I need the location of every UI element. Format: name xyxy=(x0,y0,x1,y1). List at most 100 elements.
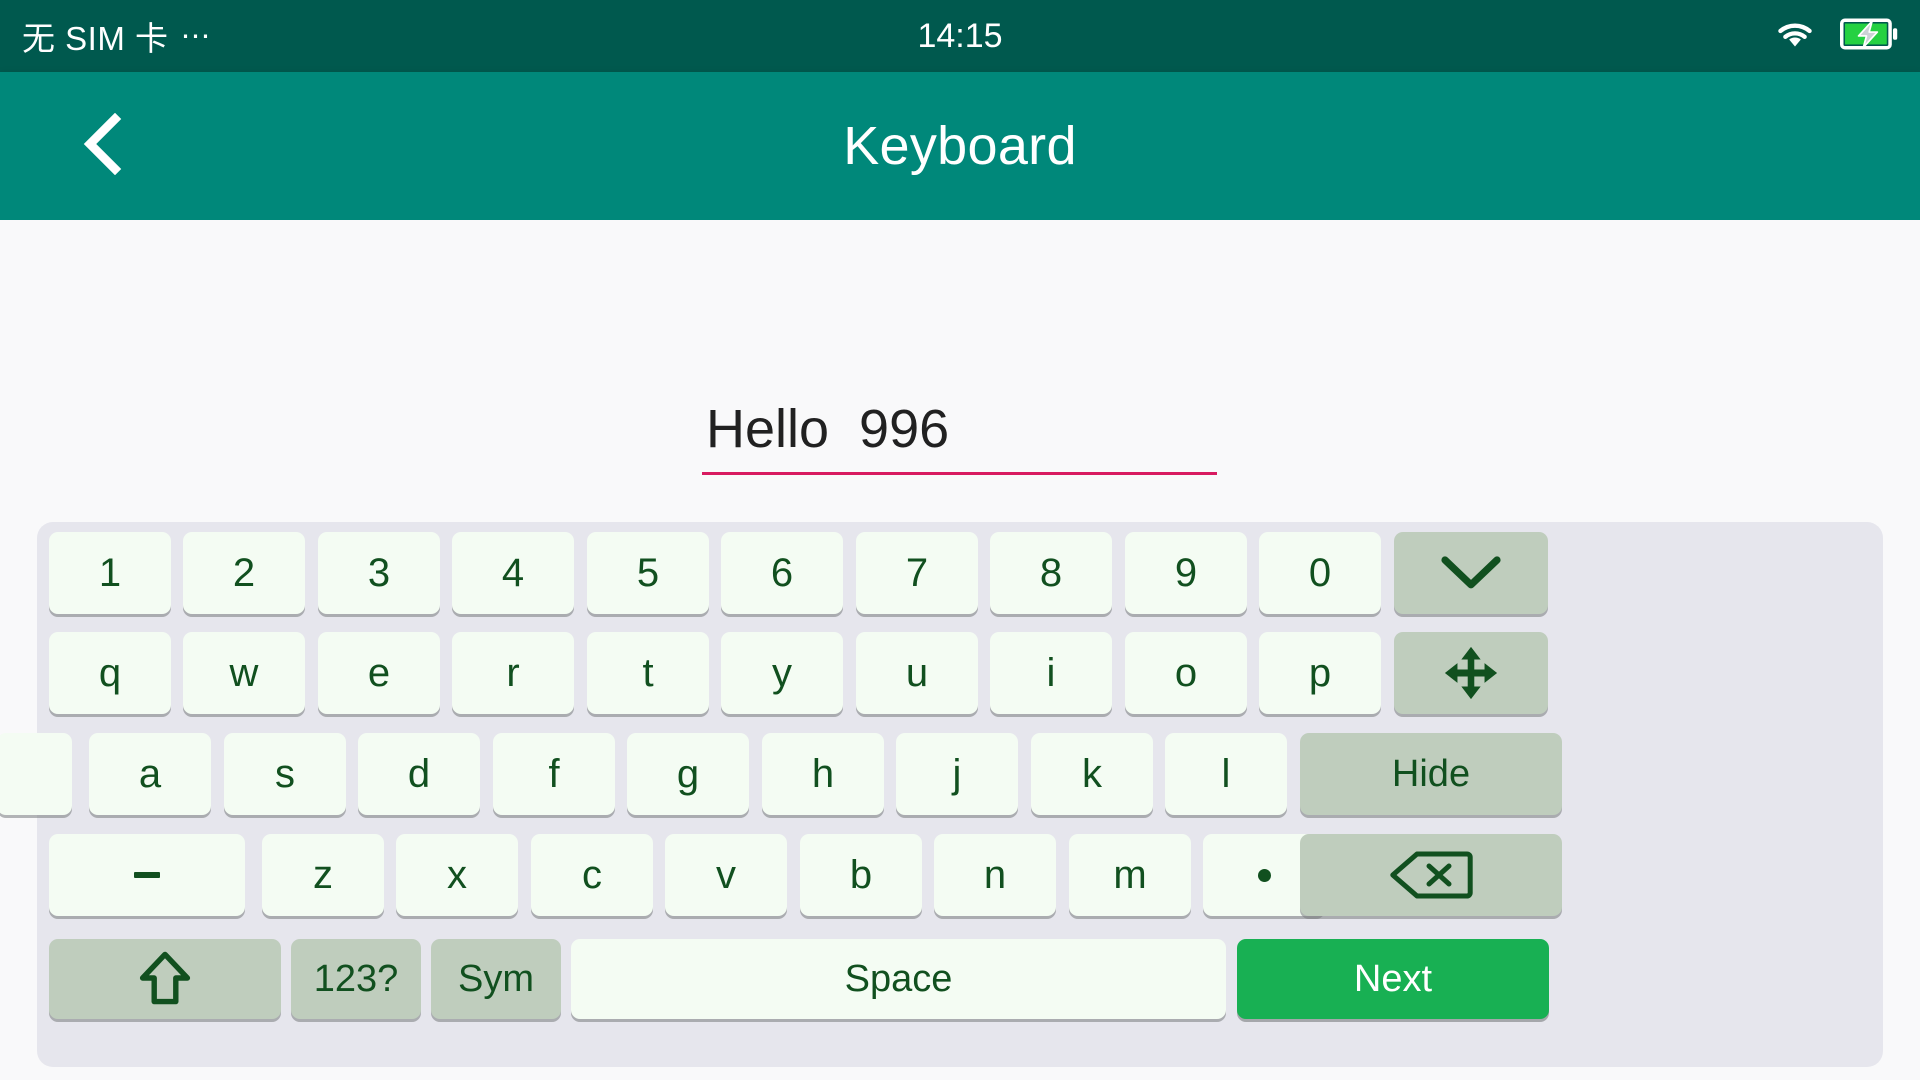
key-label: i xyxy=(1046,650,1056,695)
key-j[interactable]: j xyxy=(896,733,1018,815)
key-label: 8 xyxy=(1039,550,1063,595)
text-input-field[interactable]: Hello 996 xyxy=(702,398,1217,475)
key-label: t xyxy=(642,650,654,695)
row-zxcv: zxcvbnm xyxy=(37,834,1883,932)
key-label: 7 xyxy=(905,550,929,595)
key-dash[interactable] xyxy=(49,834,245,916)
key-4[interactable]: 4 xyxy=(452,532,574,614)
key-r[interactable]: r xyxy=(452,632,574,714)
key-e[interactable]: e xyxy=(318,632,440,714)
key-label: z xyxy=(313,852,333,897)
key-space[interactable]: Space xyxy=(571,939,1226,1019)
key-label: g xyxy=(676,751,700,796)
key-label: l xyxy=(1221,751,1231,796)
key-label: 123? xyxy=(313,957,399,1000)
key-label: 2 xyxy=(232,550,256,595)
key-p[interactable]: p xyxy=(1259,632,1381,714)
key-label: Space xyxy=(844,957,953,1000)
key-a[interactable]: a xyxy=(89,733,211,815)
key-blank[interactable] xyxy=(0,733,72,815)
page-title: Keyboard xyxy=(843,116,1077,176)
key-q[interactable]: q xyxy=(49,632,171,714)
key-label: 6 xyxy=(770,550,794,595)
key-d[interactable]: d xyxy=(358,733,480,815)
key-g[interactable]: g xyxy=(627,733,749,815)
back-chevron-icon xyxy=(77,112,129,180)
text-input-value[interactable]: Hello 996 xyxy=(702,398,1217,472)
key-c[interactable]: c xyxy=(531,834,653,916)
key-o[interactable]: o xyxy=(1125,632,1247,714)
key-label: c xyxy=(582,852,602,897)
key-label: n xyxy=(983,852,1007,897)
key-label: p xyxy=(1308,650,1332,695)
key-label: o xyxy=(1174,650,1198,695)
key-1[interactable]: 1 xyxy=(49,532,171,614)
key-8[interactable]: 8 xyxy=(990,532,1112,614)
key-label: 3 xyxy=(367,550,391,595)
key-l[interactable]: l xyxy=(1165,733,1287,815)
key-backspace[interactable] xyxy=(1300,834,1562,916)
back-button[interactable] xyxy=(48,91,158,201)
key-label: a xyxy=(138,751,162,796)
key-f[interactable]: f xyxy=(493,733,615,815)
key-label: b xyxy=(849,852,873,897)
key-label: u xyxy=(905,650,929,695)
app-bar: Keyboard xyxy=(0,72,1920,220)
key-0[interactable]: 0 xyxy=(1259,532,1381,614)
key-y[interactable]: y xyxy=(721,632,843,714)
key-label: Next xyxy=(1353,957,1433,1000)
key-6[interactable]: 6 xyxy=(721,532,843,614)
key-shift-up-arrow[interactable] xyxy=(49,939,281,1019)
key-label: y xyxy=(772,650,792,695)
key-label: f xyxy=(548,751,560,796)
key-h[interactable]: h xyxy=(762,733,884,815)
status-bar-left: 无 SIM 卡 ⋯ xyxy=(22,12,213,60)
status-bar: 无 SIM 卡 ⋯ 14:15 xyxy=(0,0,1920,72)
key-t[interactable]: t xyxy=(587,632,709,714)
key-label: s xyxy=(275,751,295,796)
key-label: h xyxy=(811,751,835,796)
key-label: k xyxy=(1082,751,1102,796)
key-s[interactable]: s xyxy=(224,733,346,815)
move-arrows-icon xyxy=(1394,632,1548,714)
key-5[interactable]: 5 xyxy=(587,532,709,614)
key-2[interactable]: 2 xyxy=(183,532,305,614)
key-b[interactable]: b xyxy=(800,834,922,916)
content-area: Hello 996 xyxy=(0,220,1920,520)
key-label: 0 xyxy=(1308,550,1332,595)
status-bar-right xyxy=(1772,17,1898,56)
key-n[interactable]: n xyxy=(934,834,1056,916)
key-label: e xyxy=(367,650,391,695)
backspace-icon xyxy=(1300,834,1562,916)
wifi-icon xyxy=(1772,17,1818,56)
key-chevron-down[interactable] xyxy=(1394,532,1548,614)
key-i[interactable]: i xyxy=(990,632,1112,714)
chevron-down-icon xyxy=(1394,532,1548,614)
key-next[interactable]: Next xyxy=(1237,939,1549,1019)
key-m[interactable]: m xyxy=(1069,834,1191,916)
key-label: v xyxy=(716,852,736,897)
key-123[interactable]: 123? xyxy=(291,939,421,1019)
virtual-keyboard[interactable]: 1 2 3 4 5 6 7 8 9 0 q w e r t y u i o p a s d f g h j k l Hide z x c v b n m… xyxy=(0,522,1883,1067)
key-9[interactable]: 9 xyxy=(1125,532,1247,614)
row-asdf: a s d f g h j k l Hide xyxy=(0,733,1883,831)
key-label: Hide xyxy=(1391,752,1471,795)
key-move-arrows[interactable] xyxy=(1394,632,1548,714)
key-label: 5 xyxy=(636,550,660,595)
key-label: 4 xyxy=(501,550,525,595)
phone-screen: 无 SIM 卡 ⋯ 14:15 Keyboard Hello 996 1 2 3… xyxy=(0,0,1920,1080)
dash-glyph xyxy=(49,834,245,916)
key-z[interactable]: z xyxy=(262,834,384,916)
key-7[interactable]: 7 xyxy=(856,532,978,614)
key-hide[interactable]: Hide xyxy=(1300,733,1562,815)
key-w[interactable]: w xyxy=(183,632,305,714)
carrier-label: 无 SIM 卡 xyxy=(22,20,169,57)
key-3[interactable]: 3 xyxy=(318,532,440,614)
key-v[interactable]: v xyxy=(665,834,787,916)
key-sym[interactable]: Sym xyxy=(431,939,561,1019)
key-k[interactable]: k xyxy=(1031,733,1153,815)
status-overflow-icon: ⋯ xyxy=(180,19,213,53)
key-x[interactable]: x xyxy=(396,834,518,916)
key-u[interactable]: u xyxy=(856,632,978,714)
key-label: x xyxy=(447,852,467,897)
